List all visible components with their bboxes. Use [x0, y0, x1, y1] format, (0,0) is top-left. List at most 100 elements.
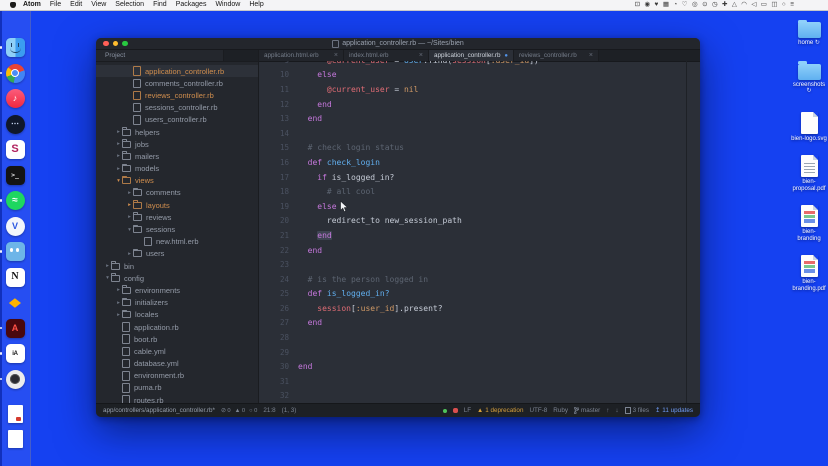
code-line-16[interactable]: 16 def check_login: [259, 155, 700, 170]
chevron-right-icon[interactable]: ▸: [115, 129, 122, 135]
status-icon-6[interactable]: ♡: [682, 0, 688, 10]
minimize-window-button[interactable]: [113, 41, 119, 47]
chevron-right-icon[interactable]: ▸: [104, 263, 111, 269]
code-line-25[interactable]: 25 def is_logged_in?: [259, 287, 700, 302]
status-icon-7[interactable]: ◎: [692, 0, 698, 10]
tree-file-database-yml[interactable]: database.yml: [96, 358, 258, 370]
code-line-31[interactable]: 31: [259, 374, 700, 389]
music-dock-icon[interactable]: ♪: [6, 89, 25, 108]
tree-folder-locales[interactable]: ▸locales: [96, 309, 258, 321]
line-ending[interactable]: LF: [464, 407, 471, 414]
code-line-20[interactable]: 20 redirect_to new_session_path: [259, 214, 700, 229]
tab-reviews-controller-rb[interactable]: reviews_controller.rb×: [514, 50, 599, 61]
menu-selection[interactable]: Selection: [115, 0, 144, 10]
chevron-right-icon[interactable]: ▸: [115, 141, 122, 147]
chrome-dock-icon[interactable]: [6, 64, 25, 83]
tree-folder-comments[interactable]: ▸comments: [96, 187, 258, 199]
window-titlebar[interactable]: application_controller.rb — ~/Sites/bien: [96, 38, 700, 50]
code-editor[interactable]: 9 @current_user = User.find(session[:use…: [259, 61, 700, 404]
finder-dock-icon[interactable]: [6, 38, 25, 57]
tree-file-environment-rb[interactable]: environment.rb: [96, 370, 258, 382]
tree-file-cable-yml[interactable]: cable.yml: [96, 345, 258, 357]
pdf-document-dock-icon[interactable]: [8, 405, 23, 423]
code-line-21[interactable]: 21 end: [259, 228, 700, 243]
desktop-icon-home[interactable]: home ↻: [791, 22, 827, 47]
desktop-icon-bien-branding[interactable]: bien-branding: [791, 205, 827, 242]
code-line-32[interactable]: 32: [259, 389, 700, 404]
status-icon-2[interactable]: ◉: [644, 0, 650, 10]
tweetbot-dock-icon[interactable]: [6, 242, 25, 261]
code-line-19[interactable]: 19 else: [259, 199, 700, 214]
menu-list-icon[interactable]: ≡: [790, 0, 794, 10]
deprecation-badge[interactable]: ▲ 1 deprecation: [477, 407, 523, 414]
document-dock-icon[interactable]: [8, 430, 23, 448]
tab-application-controller-rb[interactable]: application_controller.rb●: [429, 50, 514, 61]
desktop-icon-bien-branding-pdf[interactable]: bien-branding.pdf: [791, 255, 827, 292]
menu-atom[interactable]: Atom: [23, 0, 41, 10]
status-icon-3[interactable]: ♥: [655, 0, 659, 10]
menu-view[interactable]: View: [91, 0, 106, 10]
tree-file-application-rb[interactable]: application.rb: [96, 321, 258, 333]
tree-folder-views[interactable]: ▾views: [96, 175, 258, 187]
close-tab-icon[interactable]: ×: [589, 52, 593, 59]
code-line-29[interactable]: 29: [259, 345, 700, 360]
display-icon[interactable]: ▭: [761, 0, 767, 10]
git-push-icon[interactable]: ↑: [606, 407, 609, 414]
v-app-dock-icon[interactable]: V: [6, 217, 25, 236]
file-path[interactable]: app/controllers/application_controller.r…: [103, 407, 215, 414]
tree-file-reviews-controller-rb[interactable]: reviews_controller.rb: [96, 89, 258, 101]
close-tab-icon[interactable]: ×: [419, 52, 423, 59]
chevron-right-icon[interactable]: ▸: [115, 300, 122, 306]
chevron-right-icon[interactable]: ▸: [115, 166, 122, 172]
chevron-right-icon[interactable]: ▸: [115, 153, 122, 159]
tree-file-comments-controller-rb[interactable]: comments_controller.rb: [96, 77, 258, 89]
chevron-right-icon[interactable]: ▸: [115, 287, 122, 293]
tree-folder-config[interactable]: ▾config: [96, 272, 258, 284]
chevron-right-icon[interactable]: ▸: [126, 202, 133, 208]
apple-menu-icon[interactable]: [10, 2, 16, 8]
tree-folder-jobs[interactable]: ▸jobs: [96, 138, 258, 150]
acrobat-dock-icon[interactable]: A: [6, 319, 25, 338]
tree-file-puma-rb[interactable]: puma.rb: [96, 382, 258, 394]
code-line-28[interactable]: 28: [259, 330, 700, 345]
sketch-dock-icon[interactable]: ◆: [6, 295, 25, 310]
code-line-13[interactable]: 13 end: [259, 111, 700, 126]
ia-writer-dock-icon[interactable]: iA: [6, 344, 25, 363]
grammar[interactable]: Ruby: [553, 407, 568, 414]
chevron-down-icon[interactable]: ▾: [104, 275, 111, 281]
code-line-10[interactable]: 10 else: [259, 68, 700, 83]
spotify-dock-icon[interactable]: ≈: [6, 191, 25, 210]
code-line-15[interactable]: 15 # check login status: [259, 141, 700, 156]
tree-folder-reviews[interactable]: ▸reviews: [96, 211, 258, 223]
tree-file-new-html-erb[interactable]: new.html.erb: [96, 236, 258, 248]
zoom-window-button[interactable]: [122, 41, 128, 47]
terminal-dock-icon[interactable]: >_: [6, 166, 25, 185]
close-window-button[interactable]: [103, 41, 109, 47]
slack-dock-icon[interactable]: S: [6, 140, 25, 159]
desktop-icon-bien-proposal-pdf[interactable]: bien-proposal.pdf: [791, 155, 827, 192]
linter-counts[interactable]: ⊘0▲0○0: [221, 408, 257, 414]
menu-help[interactable]: Help: [249, 0, 263, 10]
tree-file-sessions-controller-rb[interactable]: sessions_controller.rb: [96, 102, 258, 114]
volume-icon[interactable]: ◁: [751, 0, 756, 10]
tab-index-html-erb[interactable]: index.html.erb×: [344, 50, 429, 61]
chevron-right-icon[interactable]: ▸: [126, 214, 133, 220]
chevron-right-icon[interactable]: ▸: [126, 251, 133, 257]
encoding[interactable]: UTF-8: [529, 407, 547, 414]
tree-folder-sessions[interactable]: ▾sessions: [96, 223, 258, 235]
tree-folder-helpers[interactable]: ▸helpers: [96, 126, 258, 138]
tree-folder-initializers[interactable]: ▸initializers: [96, 297, 258, 309]
code-line-24[interactable]: 24 # is the person logged in: [259, 272, 700, 287]
tree-folder-models[interactable]: ▸models: [96, 163, 258, 175]
menu-file[interactable]: File: [50, 0, 61, 10]
menu-packages[interactable]: Packages: [176, 0, 207, 10]
project-tab[interactable]: Project: [96, 50, 224, 61]
search-icon[interactable]: ○: [782, 0, 786, 10]
status-icon-10[interactable]: ✚: [722, 0, 727, 10]
chevron-down-icon[interactable]: ▾: [115, 178, 122, 184]
chevron-right-icon[interactable]: ▸: [126, 190, 133, 196]
status-icon-9[interactable]: ◷: [712, 0, 718, 10]
desktop-icon-screenshots[interactable]: screenshots ↻: [791, 64, 827, 95]
messages-dock-icon[interactable]: ⋯: [6, 115, 25, 134]
git-pull-icon[interactable]: ↓: [615, 407, 618, 414]
